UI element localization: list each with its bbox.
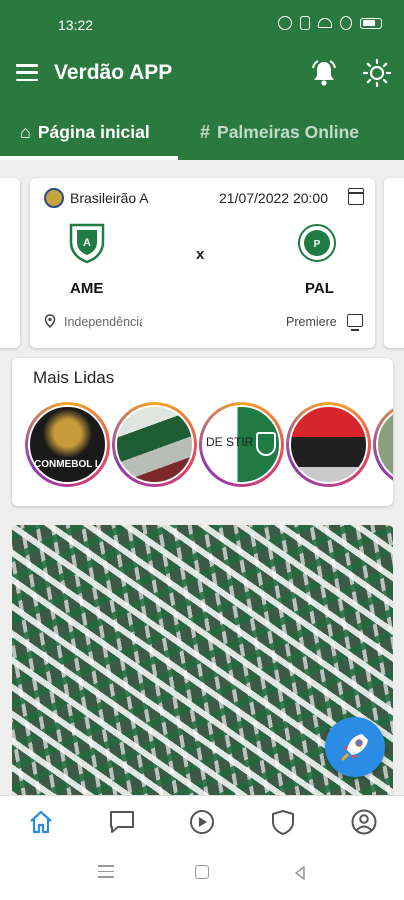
theme-toggle-icon[interactable] <box>362 58 392 88</box>
stadium-name: Independência <box>64 315 142 329</box>
notification-bell-icon[interactable] <box>309 58 339 88</box>
alarm-icon <box>278 16 292 30</box>
status-time: 13:22 <box>58 17 94 33</box>
match-date: 21/07/2022 20:00 <box>219 190 328 206</box>
story-item[interactable]: CONMEBOL LIBERTADORES <box>25 402 110 487</box>
story-item[interactable] <box>112 402 197 487</box>
system-home-button[interactable] <box>195 865 209 879</box>
nav-club[interactable] <box>269 808 297 836</box>
crest-icon <box>256 432 276 456</box>
america-crest-icon: A <box>69 223 105 264</box>
svg-text:A: A <box>83 237 91 249</box>
recent-apps-button[interactable] <box>98 865 114 881</box>
chat-icon <box>110 811 134 833</box>
home-team-abbr: AME <box>70 280 104 297</box>
most-read-stories: CONMEBOL LIBERTADORES DE STIR <box>25 402 393 492</box>
competition-logo-icon <box>44 188 64 208</box>
status-bar: 13:22 <box>0 0 404 44</box>
next-match-card[interactable] <box>384 178 404 348</box>
tab-bar: ⌂ Página inicial # Palmeiras Online <box>0 104 404 160</box>
most-read-title: Mais Lidas <box>33 368 115 387</box>
story-text: DE STIR <box>206 435 254 449</box>
match-card[interactable]: Brasileirão A 21/07/2022 20:00 A x P AME… <box>30 178 375 348</box>
home-icon <box>30 810 52 834</box>
tab-pagina-inicial[interactable]: ⌂ Página inicial <box>20 104 150 160</box>
system-back-button[interactable] <box>292 865 308 881</box>
menu-icon[interactable] <box>16 64 38 82</box>
story-text: CONMEBOL LIBERTADORES <box>34 459 105 470</box>
main-content: Brasileirão A 21/07/2022 20:00 A x P AME… <box>0 160 404 795</box>
broadcaster-name: Premiere <box>286 315 337 329</box>
app-title: Verdão APP <box>54 61 173 84</box>
hashtag-icon: # <box>200 121 211 142</box>
bluetooth-icon <box>300 16 310 30</box>
bottom-navigation <box>0 795 404 847</box>
rocket-icon <box>341 734 368 761</box>
shield-icon <box>272 810 294 835</box>
rocket-fab-button[interactable] <box>325 717 385 777</box>
story-item[interactable] <box>286 402 371 487</box>
svg-text:P: P <box>314 239 321 250</box>
story-item[interactable] <box>373 402 393 487</box>
system-navigation-bar <box>0 847 404 900</box>
away-team-abbr: PAL <box>305 280 334 297</box>
nav-chat[interactable] <box>108 808 136 836</box>
status-icons <box>278 16 382 30</box>
nav-profile[interactable] <box>350 808 378 836</box>
palmeiras-crest-icon: P <box>298 224 336 262</box>
story-item[interactable]: DE STIR <box>199 402 284 487</box>
tab-palmeiras-online[interactable]: # Palmeiras Online <box>200 104 359 160</box>
nav-home[interactable] <box>27 808 55 836</box>
app-bar: Verdão APP <box>0 44 404 104</box>
data-icon <box>340 16 352 30</box>
home-icon: ⌂ <box>20 121 31 142</box>
battery-icon <box>360 17 382 29</box>
calendar-icon[interactable] <box>348 188 364 205</box>
location-pin-icon <box>44 314 56 328</box>
most-read-card: Mais Lidas CONMEBOL LIBERTADORES DE STIR <box>12 358 393 506</box>
competition-name: Brasileirão A <box>70 190 149 206</box>
tab-label: Palmeiras Online <box>217 121 360 142</box>
previous-match-card[interactable] <box>0 178 20 348</box>
play-icon <box>190 810 214 834</box>
nav-videos[interactable] <box>188 808 216 836</box>
versus-label: x <box>196 246 205 263</box>
tab-label: Página inicial <box>37 121 150 142</box>
wifi-icon <box>318 18 332 28</box>
tv-icon <box>347 314 363 331</box>
profile-icon <box>351 809 377 835</box>
